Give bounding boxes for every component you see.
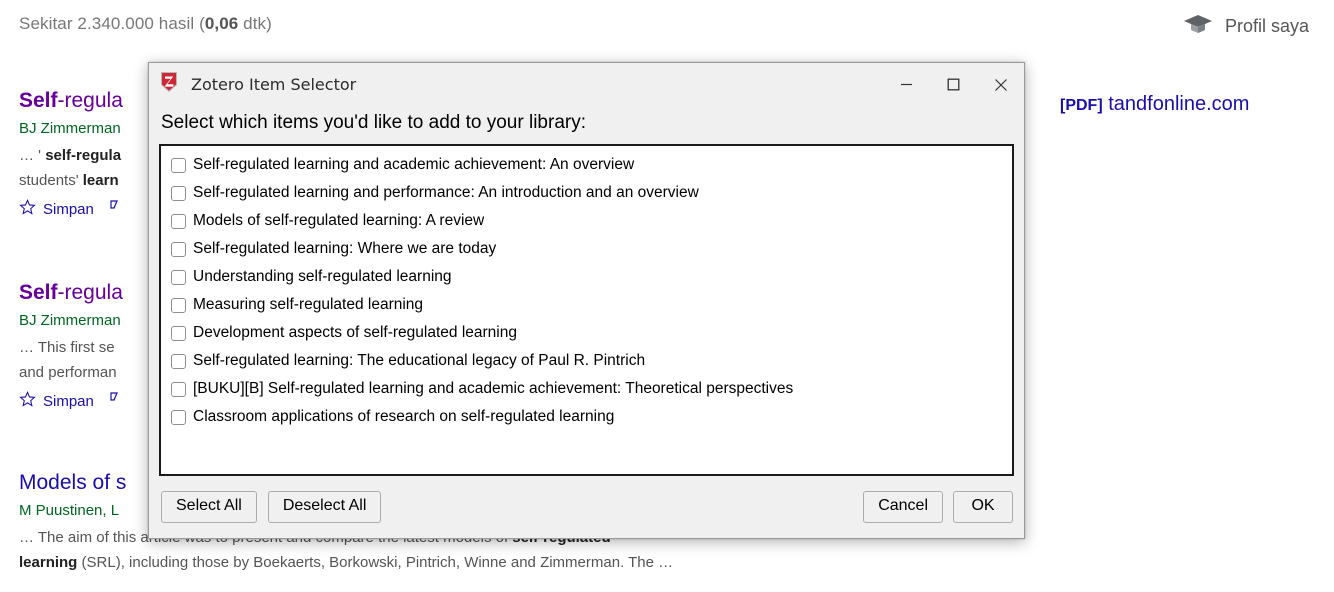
minimize-icon [901, 83, 912, 86]
list-item[interactable]: Self-regulated learning: The educational… [165, 347, 1008, 375]
item-checkbox[interactable] [171, 325, 186, 341]
item-label: Development aspects of self-regulated le… [193, 324, 517, 341]
result-title-text: Models of s [19, 471, 127, 494]
list-item[interactable]: Self-regulated learning and performance:… [165, 179, 1008, 207]
snippet-bold-b: learn [82, 171, 119, 189]
close-button[interactable] [977, 63, 1024, 106]
item-label: Measuring self-regulated learning [193, 296, 424, 313]
item-label: Understanding self-regulated learning [193, 268, 452, 285]
results-count-suffix: dtk) [238, 14, 272, 33]
list-item[interactable]: Models of self-regulated learning: A rev… [165, 207, 1008, 235]
list-item[interactable]: Understanding self-regulated learning [165, 263, 1008, 291]
select-all-button[interactable]: Select All [161, 491, 257, 523]
list-item[interactable]: Self-regulated learning and academic ach… [165, 151, 1008, 179]
item-checkbox[interactable] [171, 269, 186, 285]
item-checkbox[interactable] [171, 241, 186, 257]
save-result-label: Simpan [43, 200, 94, 218]
snippet-text-a: … This first se [19, 339, 115, 357]
quote-icon [110, 391, 124, 411]
results-count-time: 0,06 [204, 14, 239, 33]
item-checkbox[interactable] [171, 409, 186, 425]
item-checkbox[interactable] [171, 185, 186, 201]
dialog-title-bar[interactable]: Zotero Item Selector [149, 63, 1024, 106]
results-count-prefix: Sekitar 2.340.000 hasil ( [19, 14, 205, 33]
cite-result-button[interactable] [110, 199, 124, 219]
dialog-prompt: Select which items you'd like to add to … [161, 112, 586, 133]
list-item[interactable]: [BUKU][B] Self-regulated learning and ac… [165, 375, 1008, 403]
item-label: Self-regulated learning and academic ach… [193, 156, 635, 173]
dialog-body: Select which items you'd like to add to … [149, 106, 1024, 476]
my-profile-label: Profil saya [1224, 16, 1309, 36]
item-checkbox[interactable] [171, 297, 186, 313]
item-label: Self-regulated learning: Where we are to… [193, 240, 497, 257]
snippet-text-b: students' [19, 171, 83, 189]
save-result-button[interactable]: Simpan [19, 390, 94, 412]
result-title-bold: Self [19, 89, 58, 112]
pdf-source-link[interactable]: [PDF] tandfonline.com [1060, 93, 1249, 116]
item-label: Classroom applications of research on se… [193, 408, 615, 425]
snippet-bold-b: learning [19, 553, 78, 571]
quote-icon [110, 199, 124, 219]
item-label: Models of self-regulated learning: A rev… [193, 212, 485, 229]
maximize-icon [947, 78, 960, 91]
list-item[interactable]: Classroom applications of research on se… [165, 403, 1008, 431]
deselect-all-button[interactable]: Deselect All [267, 491, 382, 523]
ok-button[interactable]: OK [953, 491, 1013, 523]
save-result-button[interactable]: Simpan [19, 198, 94, 220]
dialog-footer: Select All Deselect All Cancel OK [149, 476, 1024, 538]
item-checkbox[interactable] [171, 157, 186, 173]
pdf-domain-label: tandfonline.com [1108, 93, 1250, 115]
list-item[interactable]: Self-regulated learning: Where we are to… [165, 235, 1008, 263]
star-icon [19, 390, 36, 412]
maximize-button[interactable] [930, 63, 977, 106]
window-controls [883, 63, 1024, 106]
item-checkbox[interactable] [171, 353, 186, 369]
list-item[interactable]: Measuring self-regulated learning [165, 291, 1008, 319]
pdf-tag-label: [PDF] [1060, 97, 1103, 114]
graduation-cap-icon [1183, 13, 1213, 40]
item-checkbox[interactable] [171, 381, 186, 397]
save-result-label: Simpan [43, 392, 94, 410]
snippet-text-b: (SRL), including those by Boekaerts, Bor… [77, 553, 674, 571]
snippet-text-b: and performan [19, 363, 117, 381]
item-label: Self-regulated learning: The educational… [193, 352, 646, 369]
cite-result-button[interactable] [110, 391, 124, 411]
minimize-button[interactable] [883, 63, 930, 106]
item-list: Self-regulated learning and academic ach… [159, 144, 1014, 476]
my-profile-link[interactable]: Profil saya [1183, 13, 1309, 40]
close-icon [994, 78, 1007, 91]
item-label: [BUKU][B] Self-regulated learning and ac… [193, 380, 794, 397]
item-checkbox[interactable] [171, 213, 186, 229]
dialog-title-text: Zotero Item Selector [191, 75, 357, 94]
result-title-rest: -regula [57, 89, 123, 112]
result-title-rest: -regula [57, 281, 123, 304]
result-title-bold: Self [19, 281, 58, 304]
snippet-text-a: … ' [19, 147, 46, 165]
results-count: Sekitar 2.340.000 hasil (0,06 dtk) [19, 14, 272, 34]
footer-right-actions: Cancel OK [863, 491, 1013, 523]
star-icon [19, 198, 36, 220]
zotero-logo-icon [158, 70, 180, 99]
cancel-button[interactable]: Cancel [863, 491, 943, 523]
list-item[interactable]: Development aspects of self-regulated le… [165, 319, 1008, 347]
zotero-item-selector-dialog: Zotero Item Selector Select which items … [148, 62, 1025, 539]
item-label: Self-regulated learning and performance:… [193, 184, 699, 201]
snippet-bold-a: self-regula [45, 147, 122, 165]
